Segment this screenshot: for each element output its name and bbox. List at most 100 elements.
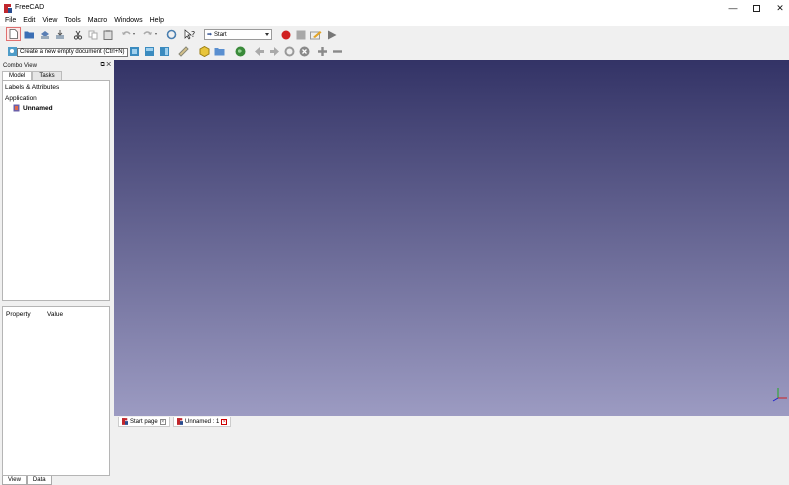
web-refresh-button[interactable] xyxy=(283,45,296,58)
menu-view[interactable]: View xyxy=(39,16,61,26)
minimize-icon: — xyxy=(728,3,738,13)
reload-icon xyxy=(284,46,295,57)
view-front-button[interactable] xyxy=(128,45,141,58)
combo-view-controls: ⧉ ✕ xyxy=(100,62,111,69)
3d-viewport[interactable] xyxy=(114,60,789,416)
copy-button[interactable] xyxy=(86,28,99,41)
arrow-right-icon xyxy=(270,47,279,56)
freecad-logo-icon xyxy=(4,4,12,13)
web-back-button[interactable] xyxy=(253,45,266,58)
undo-button[interactable] xyxy=(120,28,138,41)
main-toolbar: ? ➡ Start xyxy=(0,26,789,43)
combo-view-title: Combo View xyxy=(3,63,37,69)
refresh-button[interactable] xyxy=(165,28,178,41)
web-stop-button[interactable] xyxy=(298,45,311,58)
ruler-icon xyxy=(178,46,189,57)
macro-record-button[interactable] xyxy=(279,28,292,41)
tree-application-label: Application xyxy=(5,95,37,102)
tree-header: Labels & Attributes xyxy=(5,84,60,91)
float-panel-icon[interactable]: ⧉ xyxy=(100,62,104,68)
plus-icon xyxy=(318,47,327,56)
chevron-down-icon xyxy=(265,33,269,36)
web-navigate-button[interactable] xyxy=(234,45,247,58)
title-bar: FreeCAD — ✕ xyxy=(0,0,789,16)
workbench-label: Start xyxy=(214,31,227,38)
zoom-out-button[interactable] xyxy=(331,45,344,58)
record-icon xyxy=(281,30,290,39)
document-icon xyxy=(13,104,20,112)
copy-icon xyxy=(88,30,97,39)
freecad-window: FreeCAD — ✕ File Edit View Tools Macro W… xyxy=(0,0,789,485)
web-forward-button[interactable] xyxy=(268,45,281,58)
redo-button[interactable] xyxy=(142,28,160,41)
redo-icon xyxy=(143,31,157,35)
close-tab-icon[interactable]: × xyxy=(221,418,228,425)
menu-tools[interactable]: Tools xyxy=(61,16,84,26)
tab-tasks[interactable]: Tasks xyxy=(32,71,62,80)
new-document-tooltip: Create a new empty document (Ctrl+N) xyxy=(17,48,128,57)
menu-windows[interactable]: Windows xyxy=(111,16,146,26)
cube-front-icon xyxy=(130,47,139,56)
cut-button[interactable] xyxy=(71,28,84,41)
menu-help[interactable]: Help xyxy=(147,16,168,26)
save-as-icon xyxy=(55,29,64,39)
minimize-button[interactable]: — xyxy=(722,1,744,15)
workbench-selector[interactable]: ➡ Start xyxy=(204,29,272,40)
clipboard-icon xyxy=(103,30,112,40)
macro-execute-button[interactable] xyxy=(325,28,338,41)
open-folder-icon xyxy=(24,31,34,39)
model-tree: Labels & Attributes Application Unnamed xyxy=(2,80,110,301)
measure-button[interactable] xyxy=(177,45,190,58)
close-tab-icon[interactable]: × xyxy=(159,418,166,425)
menu-edit[interactable]: Edit xyxy=(20,16,39,26)
svg-text:?: ? xyxy=(191,30,195,39)
tab-start-page[interactable]: Start page × xyxy=(118,417,170,427)
save-button[interactable] xyxy=(38,28,51,41)
tab-data[interactable]: Data xyxy=(26,476,52,485)
cube-right-icon xyxy=(160,47,169,56)
property-column-header: Property xyxy=(6,311,31,318)
tab-view[interactable]: View xyxy=(2,476,27,485)
open-button[interactable] xyxy=(23,28,36,41)
menu-file[interactable]: File xyxy=(2,16,20,26)
maximize-button[interactable] xyxy=(745,1,767,15)
stop-circle-icon xyxy=(299,46,310,57)
play-icon xyxy=(327,30,336,39)
window-title: FreeCAD xyxy=(15,4,45,11)
new-document-icon xyxy=(9,29,18,39)
macro-edit-button[interactable] xyxy=(309,28,322,41)
value-column-header: Value xyxy=(47,311,64,318)
stop-icon xyxy=(296,30,305,39)
tab-unnamed-document[interactable]: Unnamed : 1 × xyxy=(173,417,232,427)
menu-macro[interactable]: Macro xyxy=(85,16,111,26)
close-panel-icon[interactable]: ✕ xyxy=(106,62,111,68)
save-as-button[interactable] xyxy=(53,28,66,41)
new-document-button[interactable] xyxy=(6,27,21,41)
cube-top-icon xyxy=(145,47,154,56)
maximize-icon xyxy=(752,4,760,12)
tree-item-label: Unnamed xyxy=(23,104,53,112)
workbench-icon: ➡ xyxy=(207,32,213,38)
save-icon xyxy=(40,30,49,39)
tab-start-page-label: Start page xyxy=(130,418,158,425)
create-group-button[interactable] xyxy=(213,45,226,58)
property-tabs: View Data xyxy=(2,476,52,485)
tab-model[interactable]: Model xyxy=(2,71,33,80)
close-window-button[interactable]: ✕ xyxy=(769,1,789,15)
property-view: Property Value xyxy=(2,306,110,476)
create-part-button[interactable] xyxy=(198,45,211,58)
macro-stop-button[interactable] xyxy=(294,28,307,41)
whats-this-button[interactable]: ? xyxy=(183,28,196,41)
help-cursor-icon: ? xyxy=(184,29,195,40)
zoom-in-button[interactable] xyxy=(316,45,329,58)
tree-item-unnamed[interactable]: Unnamed xyxy=(13,104,53,112)
menu-bar: File Edit View Tools Macro Windows Help xyxy=(0,16,789,26)
arrow-left-icon xyxy=(255,47,264,56)
close-icon: ✕ xyxy=(776,2,784,13)
macro-edit-icon xyxy=(309,30,321,39)
view-right-button[interactable] xyxy=(158,45,171,58)
folder-icon xyxy=(214,48,225,56)
paste-button[interactable] xyxy=(101,28,114,41)
scissors-icon xyxy=(73,30,82,40)
view-top-button[interactable] xyxy=(143,45,156,58)
